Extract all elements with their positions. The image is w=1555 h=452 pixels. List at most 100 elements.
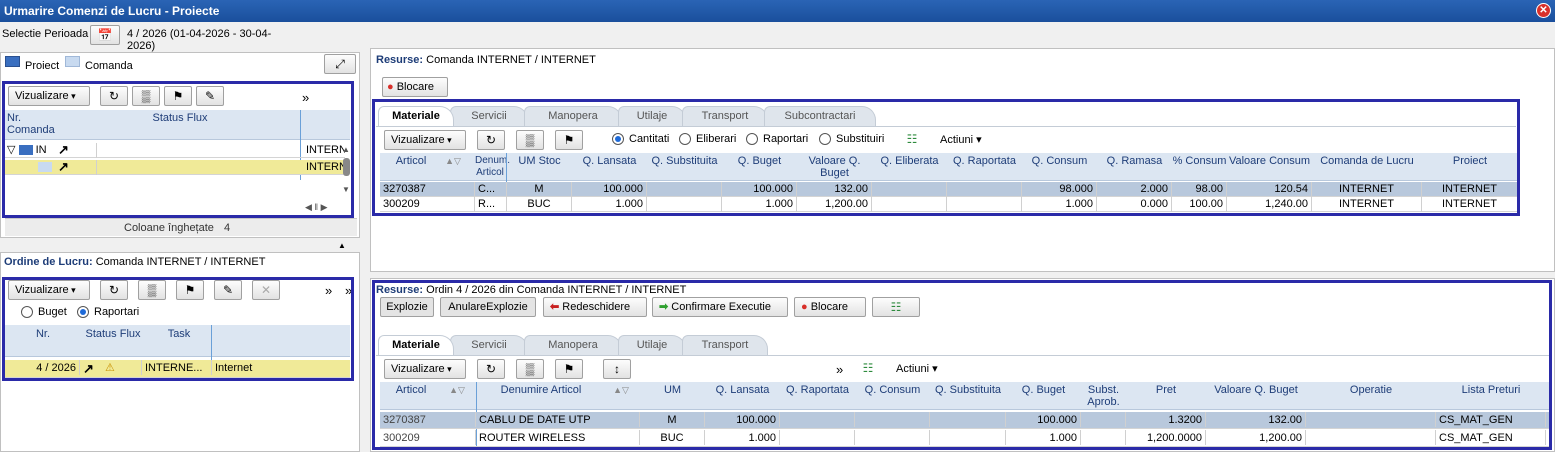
blocare-button[interactable]: ● Blocare xyxy=(794,297,866,317)
actiuni-menu[interactable]: Actiuni ▾ xyxy=(940,133,982,146)
order-row[interactable]: 4 / 2026 ↗ ⚠ INTERNE... Internet xyxy=(5,360,350,378)
tab-materiale[interactable]: Materiale xyxy=(378,106,454,126)
col-q-buget[interactable]: Q. Buget xyxy=(722,155,797,167)
row-height-icon[interactable]: ↕ xyxy=(603,359,631,379)
col-task[interactable]: Task xyxy=(165,328,193,340)
col-valoare-q-buget[interactable]: Valoare Q. Buget xyxy=(797,155,872,179)
col-q-substituita[interactable]: Q. Substituita xyxy=(647,155,722,167)
tab-manopera[interactable]: Manopera xyxy=(524,335,622,355)
col-valoare-consum[interactable]: Valoare Consum xyxy=(1227,155,1312,167)
more-icon-right[interactable]: » xyxy=(345,283,352,298)
grid-icon[interactable]: ▒ xyxy=(132,86,160,106)
collapse-icon[interactable]: ▲ xyxy=(338,241,346,250)
filter-icon[interactable]: ⚑ xyxy=(555,130,583,150)
col-q-ramasa[interactable]: Q. Ramasa xyxy=(1097,155,1172,167)
actiuni-menu[interactable]: Actiuni ▾ xyxy=(896,362,938,375)
confirmare-executie-button[interactable]: ➡ Confirmare Executie xyxy=(652,297,788,317)
col-denumire-articol[interactable]: Denumire Articol xyxy=(476,384,606,396)
delete-icon[interactable]: ✕ xyxy=(252,280,280,300)
edit-icon[interactable]: ✎ xyxy=(196,86,224,106)
more-icon[interactable]: » xyxy=(325,283,332,298)
col-q-buget[interactable]: Q. Buget xyxy=(1006,384,1081,396)
col-um[interactable]: UM xyxy=(640,384,705,396)
tab-transport[interactable]: Transport xyxy=(682,106,768,126)
tab-servicii[interactable]: Servicii xyxy=(450,335,528,355)
grid-icon[interactable]: ▒ xyxy=(516,130,544,150)
table-row[interactable]: 300209 R... BUC 1.000 1.000 1,200.00 1.0… xyxy=(380,197,1518,212)
vizualizare-dropdown[interactable]: Vizualizare xyxy=(8,280,90,300)
grid-icon[interactable]: ▒ xyxy=(138,280,166,300)
col-q-eliberata[interactable]: Q. Eliberata xyxy=(872,155,947,167)
sort-icon[interactable]: ▲▽ xyxy=(442,155,464,167)
col-um-stoc[interactable]: UM Stoc xyxy=(507,155,572,167)
col-q-consum[interactable]: Q. Consum xyxy=(1022,155,1097,167)
col-comanda-lucru[interactable]: Comanda de Lucru xyxy=(1312,155,1422,167)
radio-buget[interactable] xyxy=(21,306,33,318)
close-icon[interactable]: ✕ xyxy=(1536,3,1551,18)
tab-transport[interactable]: Transport xyxy=(682,335,768,355)
export-icon[interactable]: ☷ xyxy=(854,359,882,379)
refresh-icon[interactable]: ↻ xyxy=(477,130,505,150)
tree-row[interactable]: ▽ IN ↗ INTERN xyxy=(5,143,345,158)
vizualizare-dropdown[interactable]: Vizualizare xyxy=(384,359,466,379)
col-pret[interactable]: Pret xyxy=(1126,384,1206,396)
col-proiect[interactable]: Proiect xyxy=(1422,155,1518,167)
table-row[interactable]: 3270387 CABLU DE DATE UTP M 100.000 100.… xyxy=(380,412,1552,429)
more-icon[interactable]: » xyxy=(836,362,843,377)
sort-icon[interactable]: ▲▽ xyxy=(442,384,472,396)
anulare-explozie-button[interactable]: AnulareExplozie xyxy=(440,297,536,317)
col-q-consum[interactable]: Q. Consum xyxy=(855,384,930,396)
table-row[interactable]: 3270387 C... M 100.000 100.000 132.00 98… xyxy=(380,182,1518,197)
tab-servicii[interactable]: Servicii xyxy=(450,106,528,126)
col-nr-comanda[interactable]: Nr. Comanda xyxy=(7,112,57,136)
tab-subcontractari[interactable]: Subcontractari xyxy=(764,106,876,126)
col-subst-aprob[interactable]: Subst. Aprob. xyxy=(1081,384,1126,408)
filter-icon[interactable]: ⚑ xyxy=(164,86,192,106)
col-q-raportata[interactable]: Q. Raportata xyxy=(947,155,1022,167)
sort-icon[interactable]: ▲▽ xyxy=(606,384,636,396)
blocare-button[interactable]: ● Blocare xyxy=(382,77,448,97)
tab-utilaje[interactable]: Utilaje xyxy=(618,335,686,355)
radio-substituiri[interactable] xyxy=(819,133,831,145)
col-q-lansata[interactable]: Q. Lansata xyxy=(572,155,647,167)
expand-icon[interactable]: ⤢ xyxy=(324,54,356,74)
col-lista-preturi[interactable]: Lista Preturi xyxy=(1436,384,1546,396)
col-q-lansata[interactable]: Q. Lansata xyxy=(705,384,780,396)
col-operatie[interactable]: Operatie xyxy=(1306,384,1436,396)
grid-icon[interactable]: ▒ xyxy=(516,359,544,379)
scroll-down-icon[interactable]: ▼ xyxy=(342,185,350,194)
radio-raportari[interactable] xyxy=(746,133,758,145)
col-nr[interactable]: Nr. xyxy=(33,328,53,340)
refresh-icon[interactable]: ↻ xyxy=(477,359,505,379)
radio-raportari[interactable] xyxy=(77,306,89,318)
table-row[interactable]: 300209 ROUTER WIRELESS BUC 1.000 1.000 1… xyxy=(380,430,1552,447)
refresh-icon[interactable]: ↻ xyxy=(100,280,128,300)
scroll-horizontal-icon[interactable]: ◀ ‖ ▶ xyxy=(305,202,328,213)
col-status-flux[interactable]: Status Flux xyxy=(83,328,143,340)
col-articol[interactable]: Articol xyxy=(380,155,442,167)
radio-cantitati[interactable] xyxy=(612,133,624,145)
explozie-button[interactable]: Explozie xyxy=(380,297,434,317)
vizualizare-dropdown[interactable]: Vizualizare xyxy=(384,130,466,150)
col-procent-consum[interactable]: % Consum xyxy=(1172,155,1227,167)
tab-manopera[interactable]: Manopera xyxy=(524,106,622,126)
excel-export-icon[interactable]: ☷ xyxy=(872,297,920,317)
redeschidere-button[interactable]: ⬅ Redeschidere xyxy=(543,297,647,317)
tree-row[interactable]: ↗ INTERN xyxy=(5,160,345,175)
col-q-substituita[interactable]: Q. Substituita xyxy=(930,384,1006,396)
col-q-raportata[interactable]: Q. Raportata xyxy=(780,384,855,396)
col-articol[interactable]: Articol xyxy=(380,384,442,396)
filter-icon[interactable]: ⚑ xyxy=(176,280,204,300)
tab-materiale[interactable]: Materiale xyxy=(378,335,454,355)
scroll-up-icon[interactable]: ▲ xyxy=(342,145,350,154)
export-icon[interactable]: ☷ xyxy=(898,130,926,150)
filter-icon[interactable]: ⚑ xyxy=(555,359,583,379)
calendar-icon[interactable]: 📅 xyxy=(90,25,120,45)
more-icon[interactable]: » xyxy=(302,90,309,105)
edit-icon[interactable]: ✎ xyxy=(214,280,242,300)
refresh-icon[interactable]: ↻ xyxy=(100,86,128,106)
col-valoare-q-buget[interactable]: Valoare Q. Buget xyxy=(1206,384,1306,396)
scrollbar-thumb[interactable] xyxy=(343,158,350,176)
col-status-flux[interactable]: Status Flux xyxy=(105,112,255,124)
vizualizare-dropdown[interactable]: Vizualizare xyxy=(8,86,90,106)
